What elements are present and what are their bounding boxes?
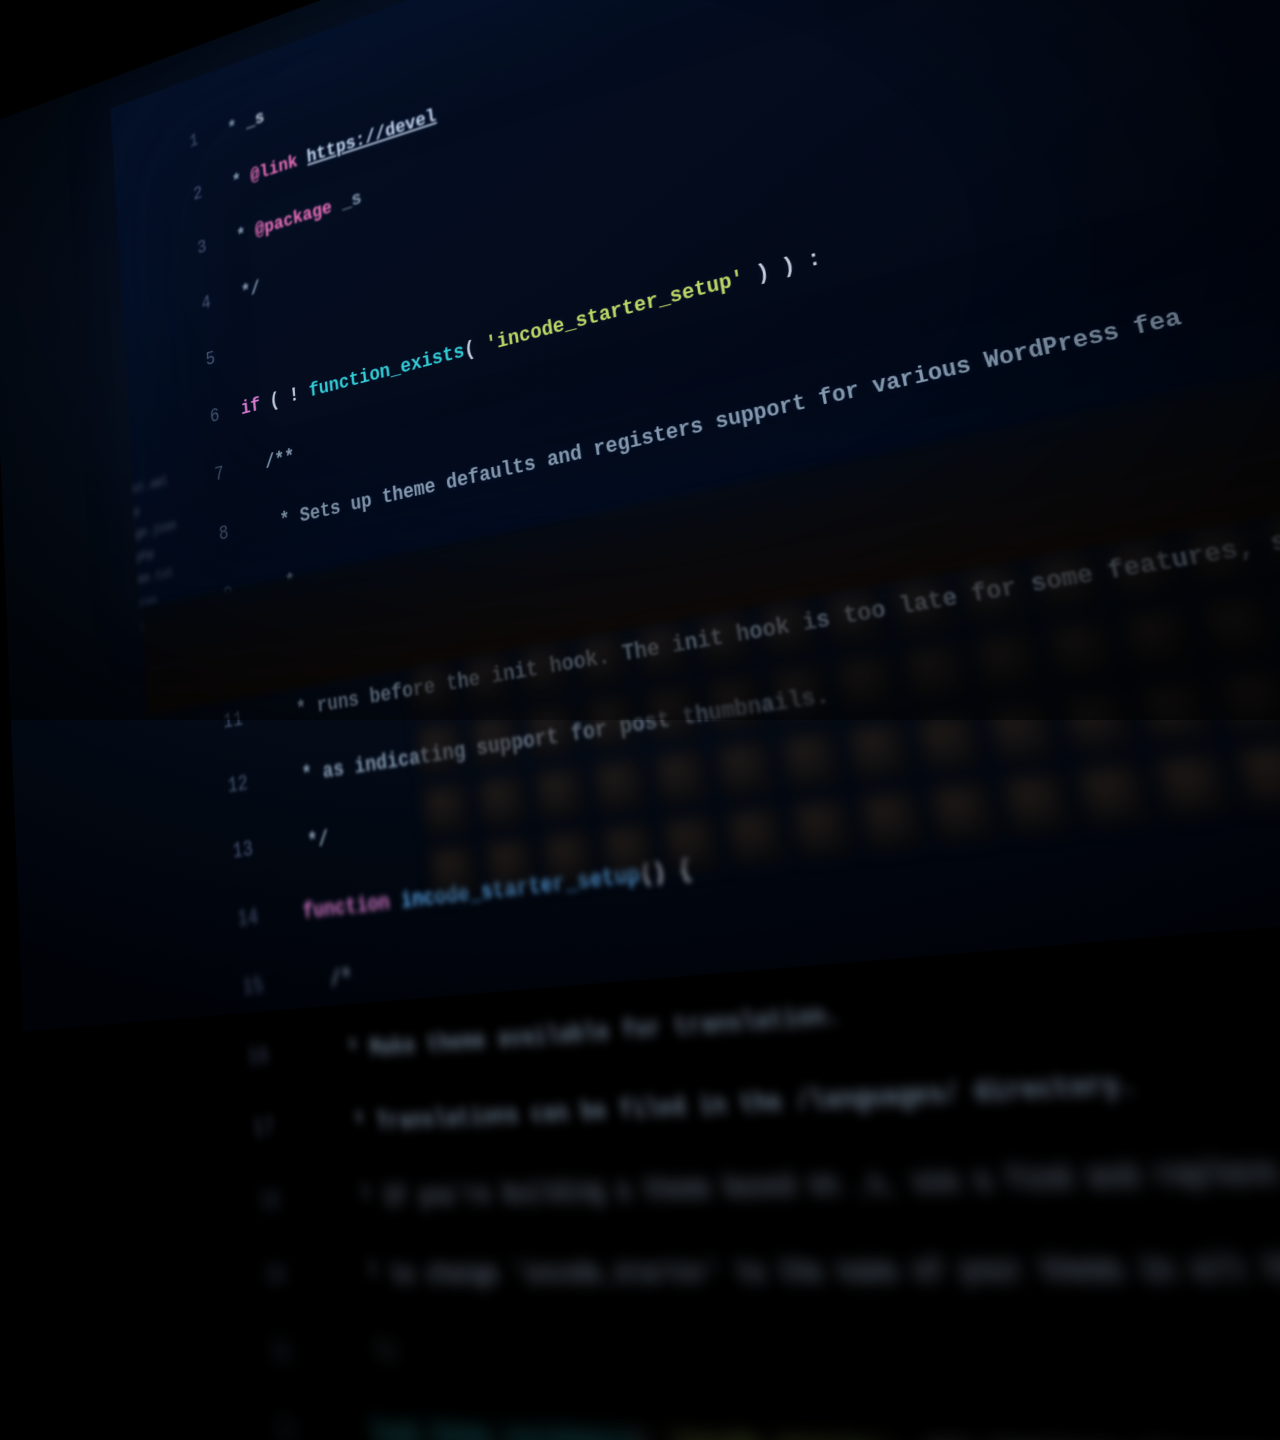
line-number: 2 — [169, 180, 203, 217]
line-number: 15 — [225, 969, 265, 1007]
line-number: 14 — [220, 901, 260, 939]
line-number: 8 — [193, 519, 230, 557]
line-number: 18 — [240, 1183, 282, 1221]
line-number: 1 — [165, 127, 199, 164]
line-number: 13 — [215, 834, 254, 872]
line-number: 11 — [206, 704, 244, 742]
line-number: 5 — [181, 344, 217, 382]
line-number: 19 — [245, 1258, 287, 1296]
line-number: 17 — [235, 1110, 276, 1148]
line-number: 21 — [256, 1411, 299, 1440]
line-number: 16 — [230, 1039, 271, 1077]
line-number: 20 — [251, 1334, 294, 1373]
line-number: 6 — [185, 401, 221, 439]
line-number: 12 — [211, 768, 250, 806]
line-number: 3 — [173, 234, 208, 271]
line-number: 7 — [189, 459, 225, 497]
line-number: 4 — [177, 288, 212, 325]
